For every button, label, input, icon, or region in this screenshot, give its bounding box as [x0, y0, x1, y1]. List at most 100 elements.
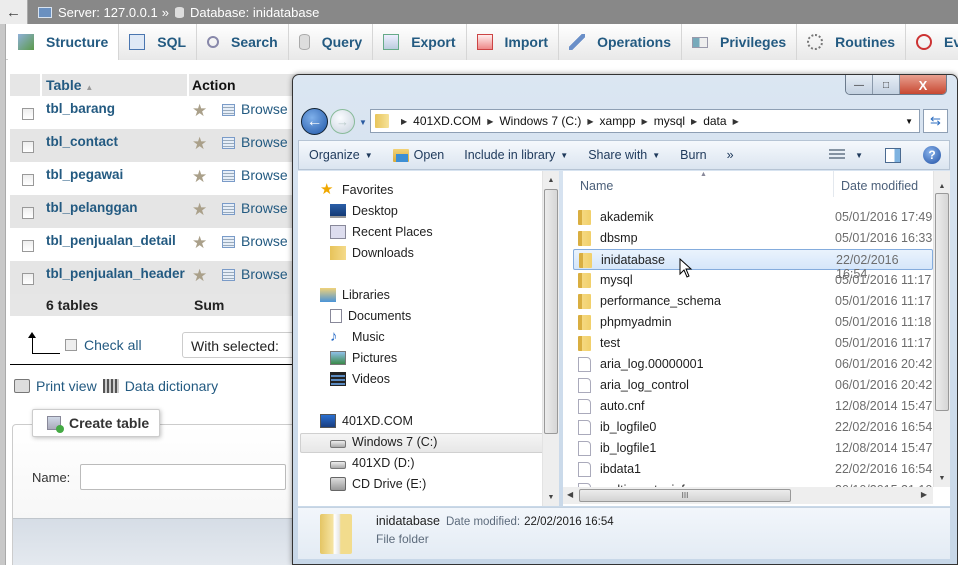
- nav-recent-places[interactable]: Recent Places: [330, 225, 433, 239]
- tab-structure[interactable]: Structure: [8, 24, 120, 60]
- print-view-link[interactable]: Print view: [36, 378, 97, 394]
- organize-button[interactable]: Organize ▼: [299, 148, 383, 162]
- nav-downloads[interactable]: Downloads: [330, 246, 414, 260]
- nav-pictures[interactable]: Pictures: [330, 351, 397, 365]
- table-name-link[interactable]: tbl_pegawai: [46, 167, 123, 182]
- tab-import[interactable]: Import: [466, 24, 560, 60]
- favorite-star-icon[interactable]: ★: [192, 200, 207, 220]
- table-name-link[interactable]: tbl_barang: [46, 101, 115, 116]
- file-row[interactable]: aria_log_control 06/01/2016 20:42: [573, 375, 933, 396]
- data-dictionary-link[interactable]: Data dictionary: [125, 378, 218, 394]
- address-segment[interactable]: data: [703, 114, 726, 128]
- file-row[interactable]: inidatabase 22/02/2016 16:54: [573, 249, 933, 281]
- browse-link[interactable]: Browse: [241, 266, 288, 282]
- open-button[interactable]: Open: [383, 148, 455, 162]
- file-row[interactable]: performance_schema 05/01/2016 11:17: [573, 291, 933, 312]
- file-row[interactable]: test 05/01/2016 11:17: [573, 333, 933, 354]
- table-name-link[interactable]: tbl_penjualan_detail: [46, 233, 176, 248]
- browse-link[interactable]: Browse: [241, 134, 288, 150]
- file-row[interactable]: auto.cnf 12/08/2014 15:47: [573, 396, 933, 417]
- address-segment[interactable]: mysql: [654, 114, 685, 128]
- table-name-link[interactable]: tbl_penjualan_header: [46, 266, 185, 281]
- favorite-star-icon[interactable]: ★: [192, 101, 207, 121]
- back-button[interactable]: ←: [301, 108, 328, 135]
- nav-videos[interactable]: Videos: [330, 372, 390, 386]
- refresh-button[interactable]: ⇆: [923, 109, 948, 133]
- close-button[interactable]: X: [900, 75, 946, 94]
- file-row[interactable]: mysql 05/01/2016 11:17: [573, 270, 933, 291]
- address-segment[interactable]: Windows 7 (C:): [499, 114, 581, 128]
- row-checkbox[interactable]: [22, 174, 34, 186]
- address-segment[interactable]: xampp: [600, 114, 636, 128]
- file-row[interactable]: dbsmp 05/01/2016 16:33: [573, 228, 933, 249]
- tab-search[interactable]: Search: [197, 24, 289, 60]
- check-all-checkbox[interactable]: [65, 339, 77, 351]
- share-with-button[interactable]: Share with ▼: [578, 148, 670, 162]
- browse-link[interactable]: Browse: [241, 233, 288, 249]
- tab-operations[interactable]: Operations: [559, 24, 682, 60]
- address-bar[interactable]: ▶ 401XD.COM ▶ Windows 7 (C:) ▶ xampp ▶ mysql…: [370, 109, 920, 133]
- tab-sql[interactable]: SQL: [119, 24, 198, 60]
- forward-button[interactable]: →: [330, 109, 355, 134]
- table-name-input[interactable]: [80, 464, 286, 490]
- help-icon[interactable]: ?: [923, 146, 941, 164]
- include-in-library-button[interactable]: Include in library ▼: [454, 148, 578, 162]
- column-header-table[interactable]: Table ▲: [46, 77, 93, 93]
- minimize-button[interactable]: —: [846, 75, 873, 94]
- nav-scrollbar[interactable]: ▲ ▼: [542, 171, 559, 506]
- row-checkbox[interactable]: [22, 108, 34, 120]
- nav-drive-e[interactable]: CD Drive (E:): [330, 477, 426, 491]
- back-arrow-icon[interactable]: ←: [0, 0, 28, 24]
- file-row[interactable]: ib_logfile0 22/02/2016 16:54: [573, 417, 933, 438]
- file-row[interactable]: ibdata1 22/02/2016 16:54: [573, 459, 933, 480]
- tab-privileges[interactable]: Privileges: [682, 24, 798, 60]
- tab-events[interactable]: Events: [906, 24, 958, 60]
- file-list-scrollbar[interactable]: ▲ ▼: [933, 171, 950, 487]
- favorite-star-icon[interactable]: ★: [192, 134, 207, 154]
- row-checkbox[interactable]: [22, 207, 34, 219]
- burn-button[interactable]: Burn: [670, 148, 716, 162]
- horizontal-scrollbar[interactable]: ◀ III ▶: [563, 487, 933, 504]
- browse-link[interactable]: Browse: [241, 200, 288, 216]
- more-commands-button[interactable]: »: [717, 148, 744, 162]
- row-checkbox[interactable]: [22, 273, 34, 285]
- address-dropdown-icon[interactable]: ▼: [905, 117, 913, 126]
- file-row[interactable]: phpmyadmin 05/01/2016 11:18: [573, 312, 933, 333]
- file-row[interactable]: aria_log.00000001 06/01/2016 20:42: [573, 354, 933, 375]
- nav-drive-c[interactable]: Windows 7 (C:): [330, 435, 437, 449]
- nav-drive-d[interactable]: 401XD (D:): [330, 456, 415, 470]
- maximize-button[interactable]: □: [873, 75, 900, 94]
- favorite-star-icon[interactable]: ★: [192, 167, 207, 187]
- table-name-link[interactable]: tbl_contact: [46, 134, 118, 149]
- create-table-legend[interactable]: Create table: [32, 409, 160, 437]
- row-checkbox[interactable]: [22, 240, 34, 252]
- file-row[interactable]: ib_logfile1 12/08/2014 15:47: [573, 438, 933, 459]
- nav-desktop[interactable]: Desktop: [330, 204, 398, 218]
- file-row[interactable]: akademik 05/01/2016 17:49: [573, 207, 933, 228]
- favorite-star-icon[interactable]: ★: [192, 266, 207, 286]
- nav-music[interactable]: ♪ Music: [330, 329, 385, 344]
- file-row[interactable]: multi-master.info 30/10/2015 21:10: [573, 480, 933, 487]
- nav-favorites[interactable]: ★ Favorites: [320, 182, 393, 197]
- table-row: tbl_contact ★ Browse: [10, 129, 300, 162]
- row-checkbox[interactable]: [22, 141, 34, 153]
- search-icon: [207, 36, 220, 48]
- tab-routines[interactable]: Routines: [797, 24, 907, 60]
- breadcrumb-server[interactable]: Server: 127.0.0.1: [58, 5, 158, 20]
- browse-link[interactable]: Browse: [241, 101, 288, 117]
- recent-pages-dropdown[interactable]: ▼: [359, 118, 367, 127]
- tab-export[interactable]: Export: [373, 24, 467, 60]
- table-name-link[interactable]: tbl_pelanggan: [46, 200, 138, 215]
- check-all-label[interactable]: Check all: [84, 337, 142, 353]
- breadcrumb-database[interactable]: Database: inidatabase: [190, 5, 319, 20]
- nav-libraries[interactable]: Libraries: [320, 288, 390, 302]
- address-segment[interactable]: 401XD.COM: [413, 114, 481, 128]
- tab-query[interactable]: Query: [288, 24, 374, 60]
- nav-computer[interactable]: 401XD.COM: [320, 414, 413, 428]
- favorite-star-icon[interactable]: ★: [192, 233, 207, 253]
- change-view-button[interactable]: ▼: [829, 149, 863, 161]
- cd-drive-icon: [330, 477, 346, 491]
- preview-pane-icon[interactable]: [885, 147, 901, 163]
- browse-link[interactable]: Browse: [241, 167, 288, 183]
- nav-documents[interactable]: Documents: [330, 309, 411, 323]
